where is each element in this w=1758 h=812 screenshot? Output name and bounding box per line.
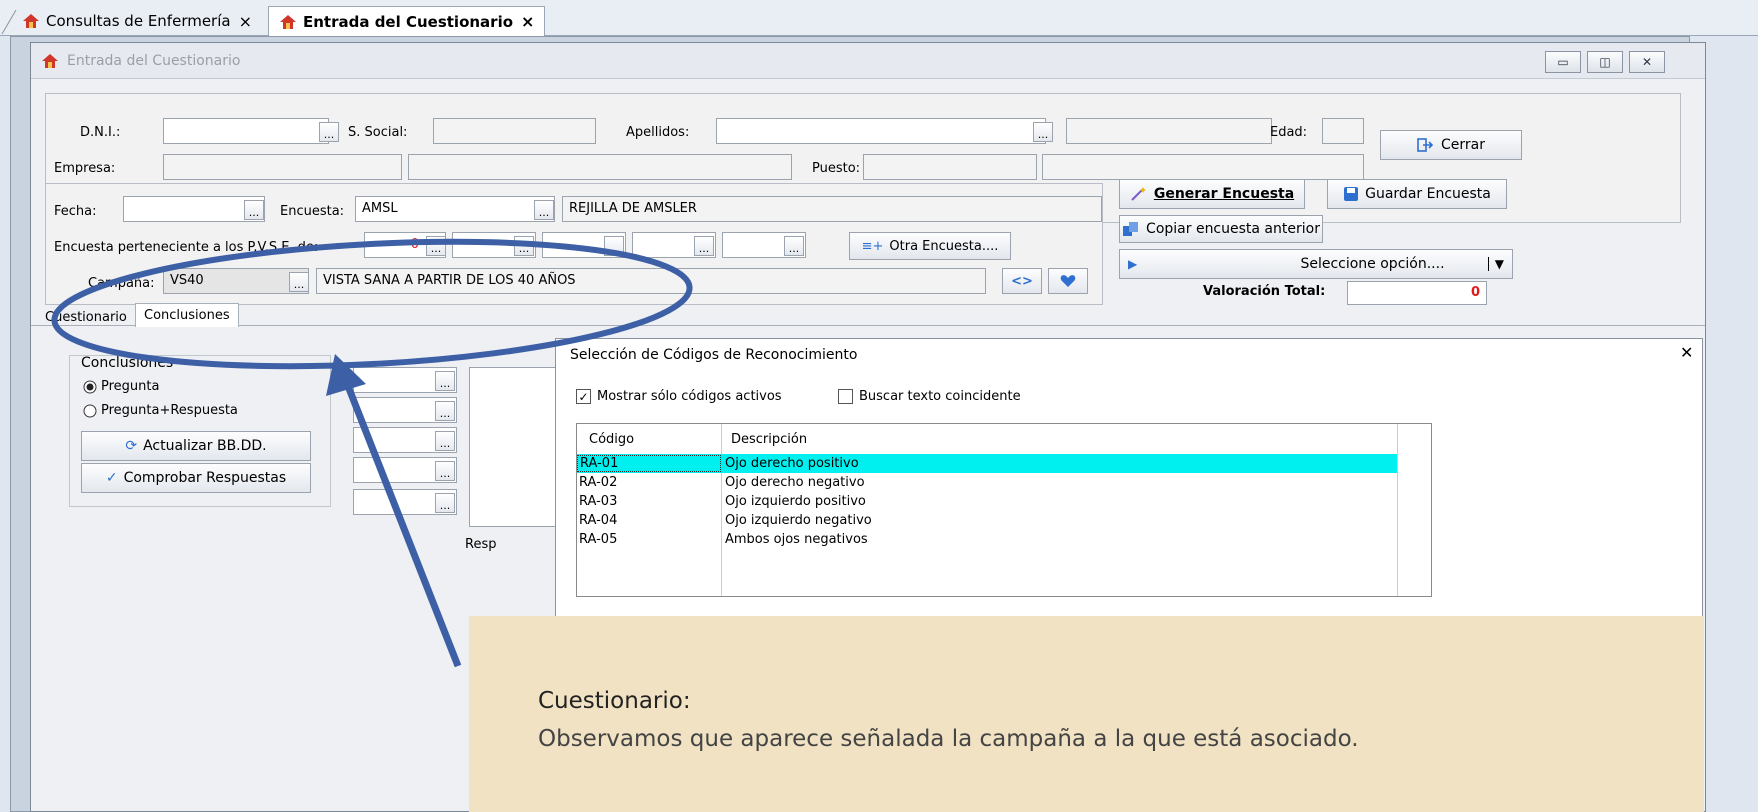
campana-highlight-ellipse	[51, 238, 693, 370]
annotation-body: Observamos que aparece señalada la campa…	[538, 726, 1359, 752]
annotation-note: Cuestionario: Observamos que aparece señ…	[469, 616, 1704, 812]
callout-arrow-line	[344, 384, 462, 668]
callout-arrowhead	[326, 354, 366, 396]
annotation-heading: Cuestionario:	[538, 688, 691, 714]
